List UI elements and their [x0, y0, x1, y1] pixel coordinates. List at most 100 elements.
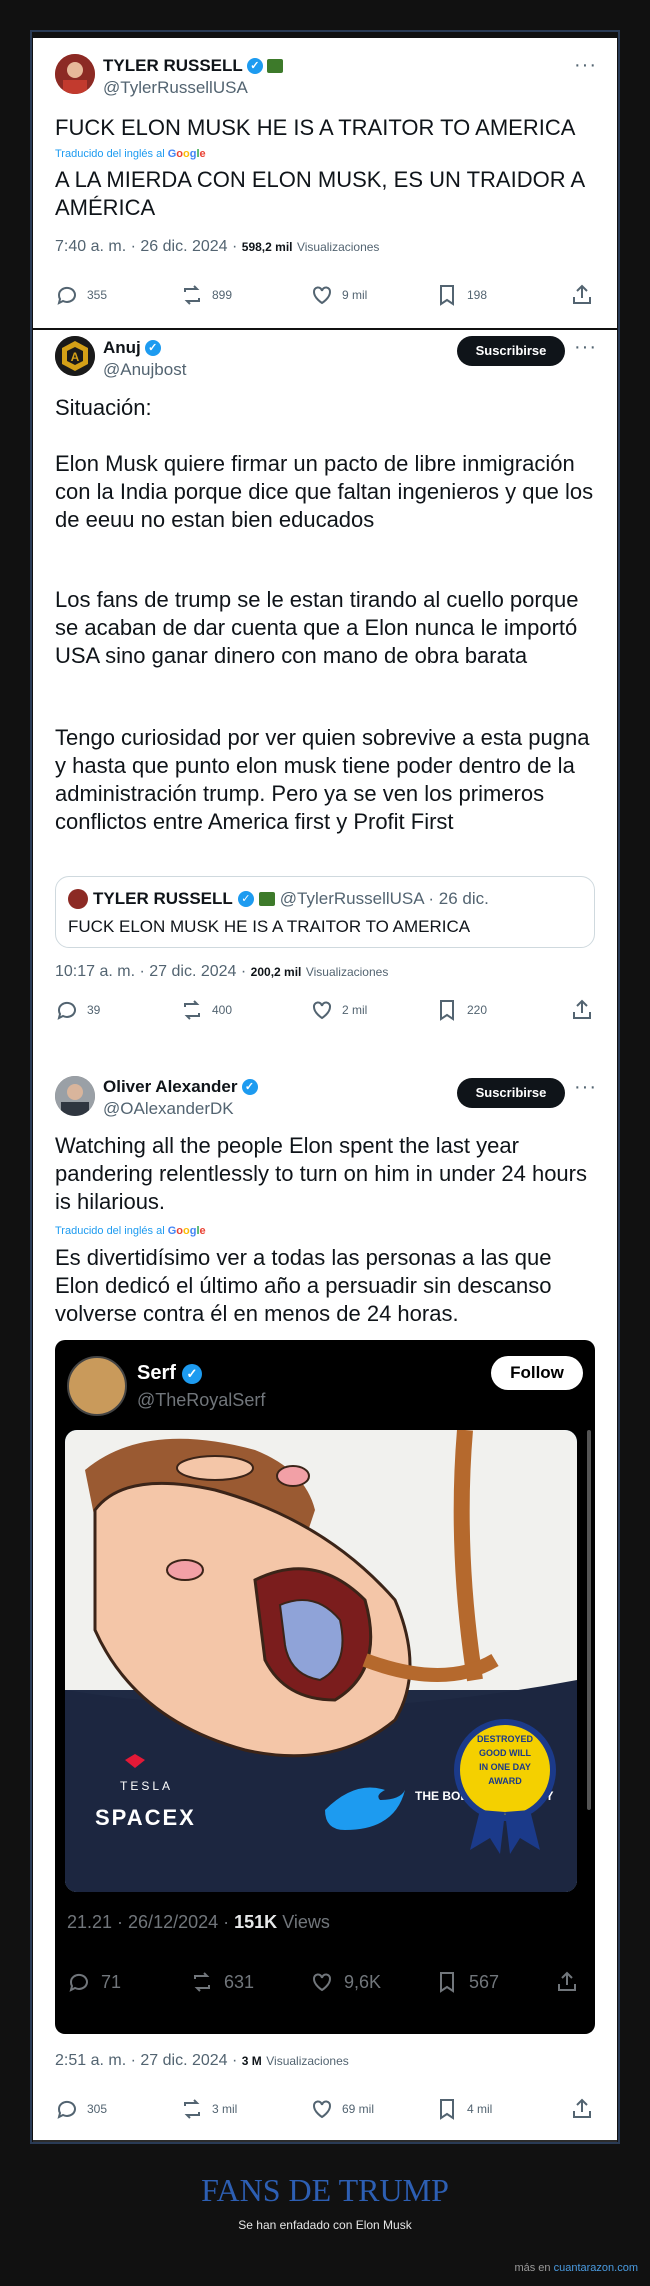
bookmark-icon	[440, 1972, 454, 1993]
reply-button[interactable]: 305	[55, 2097, 107, 2121]
tweet-time[interactable]: 10:17 a. m. · 27 dic. 2024 ·	[55, 963, 246, 980]
user-name[interactable]: TYLER RUSSELL ✓	[103, 56, 283, 76]
repost-button[interactable]: 3 mil	[180, 2097, 237, 2121]
views-label: Visualizaciones	[266, 2054, 349, 2068]
subscribe-button[interactable]: Suscribirse	[457, 336, 565, 366]
heart-icon	[313, 1973, 331, 1992]
user-name-text[interactable]: Anuj	[103, 338, 141, 358]
quoted-avatar	[68, 889, 88, 909]
tweet-time[interactable]: 2:51 a. m. · 27 dic. 2024 ·	[55, 2052, 237, 2069]
translated-label[interactable]: Traducido del inglés al Google	[55, 148, 206, 160]
user-handle[interactable]: @TylerRussellUSA	[103, 78, 248, 98]
like-button[interactable]: 69 mil	[310, 2097, 374, 2121]
embedded-meta: 21.21 · 26/12/2024 · 151K Views	[67, 1912, 330, 1933]
tweet-meta: 2:51 a. m. · 27 dic. 2024 · 3 M Visualiz…	[55, 2052, 349, 2070]
embedded-follow-button: Follow	[491, 1356, 583, 1390]
embedded-bookmark: 567	[435, 1970, 499, 1994]
reply-button[interactable]: 355	[55, 283, 107, 307]
user-name-text[interactable]: TYLER RUSSELL	[103, 56, 243, 76]
share-icon	[558, 1971, 576, 1991]
tweet-translation: A LA MIERDA CON ELON MUSK, ES UN TRAIDOR…	[55, 167, 584, 220]
embedded-tweet-image[interactable]: Serf ✓ @TheRoyalSerf Follow TESLA SPACEX…	[55, 1340, 595, 2034]
quoted-tweet-header: TYLER RUSSELL ✓ @TylerRussellUSA · 26 di…	[68, 889, 489, 909]
reply-count: 39	[87, 1003, 101, 1017]
google-logo: Google	[167, 1225, 206, 1237]
svg-text:A: A	[71, 350, 80, 364]
tweet-card-tyler[interactable]: TYLER RUSSELL ✓ @TylerRussellUSA ··· FUC…	[33, 38, 617, 328]
bookmark-button[interactable]: 198	[435, 283, 487, 307]
embedded-like-count: 9,6K	[344, 1971, 382, 1992]
tweet-text: Watching all the people Elon spent the l…	[55, 1133, 587, 1214]
share-icon	[573, 2098, 591, 2118]
share-button[interactable]	[570, 998, 594, 1022]
repost-count: 400	[212, 1003, 233, 1017]
embedded-bookmark-count: 567	[469, 1971, 500, 1992]
quoted-meta: @TylerRussellUSA · 26 dic.	[279, 889, 489, 908]
embedded-reply: 71	[67, 1970, 121, 1994]
tweet-meta: 10:17 a. m. · 27 dic. 2024 · 200,2 mil V…	[55, 963, 388, 981]
source-credit-prefix: más en	[514, 2262, 551, 2274]
avatar[interactable]: A	[55, 336, 95, 376]
quoted-user-name: TYLER RUSSELL	[93, 889, 233, 908]
embedded-share	[555, 1970, 579, 1994]
tweet-paragraph: Los fans de trump se le estan tirando al…	[55, 587, 579, 668]
verified-icon: ✓	[246, 58, 263, 74]
svg-text:DESTROYED: DESTROYED	[477, 1734, 534, 1744]
user-name-text[interactable]: Oliver Alexander	[103, 1077, 238, 1097]
share-button[interactable]	[570, 283, 594, 307]
share-button[interactable]	[570, 2097, 594, 2121]
user-name[interactable]: Anuj ✓	[103, 338, 161, 358]
tesla-logo-text: TESLA	[120, 1779, 173, 1793]
reply-count: 305	[87, 2102, 108, 2116]
tweet-card-anuj[interactable]: A Anuj ✓ @Anujbost Suscribirse ··· Situa…	[33, 330, 617, 1040]
more-options-icon[interactable]: ···	[574, 1076, 597, 1099]
tweet-text: FUCK ELON MUSK HE IS A TRAITOR TO AMERIC…	[55, 115, 576, 140]
source-site-link[interactable]: cuantarazon.com	[554, 2262, 638, 2274]
post-title: FANS DE TRUMP	[201, 2172, 449, 2208]
bookmark-button[interactable]: 4 mil	[435, 2097, 492, 2121]
verified-icon: ✓	[144, 340, 161, 356]
tweet-time[interactable]: 7:40 a. m. · 26 dic. 2024 ·	[55, 238, 237, 255]
google-logo: Google	[167, 148, 206, 160]
source-credit: más en cuantarazon.com	[514, 2262, 638, 2274]
avatar[interactable]	[55, 1076, 95, 1116]
more-options-icon[interactable]: ···	[574, 336, 597, 359]
repost-button[interactable]: 899	[180, 283, 232, 307]
avatar[interactable]	[55, 54, 95, 94]
bookmark-button[interactable]: 220	[435, 998, 487, 1022]
embedded-repost-count: 631	[224, 1971, 255, 1992]
like-count: 2 mil	[342, 1003, 368, 1017]
repost-count: 899	[212, 288, 233, 302]
user-name[interactable]: Oliver Alexander ✓	[103, 1077, 258, 1097]
heart-icon	[313, 286, 331, 305]
tweet-paragraph: Situación:	[55, 395, 152, 420]
translated-label[interactable]: Traducido del inglés al Google	[55, 1225, 206, 1237]
repost-button[interactable]: 400	[180, 998, 232, 1022]
embedded-scrollbar	[587, 1430, 591, 1810]
svg-text:IN ONE DAY: IN ONE DAY	[479, 1762, 531, 1772]
user-handle[interactable]: @OAlexanderDK	[103, 1099, 234, 1119]
heart-icon	[313, 2100, 331, 2119]
reply-icon	[57, 1001, 76, 1020]
repost-icon	[194, 1972, 210, 1992]
repost-count: 3 mil	[212, 2102, 238, 2116]
reply-button[interactable]: 39	[55, 998, 100, 1022]
translated-label-text: Traducido del inglés al	[55, 1225, 165, 1237]
tweet-meta: 7:40 a. m. · 26 dic. 2024 · 598,2 mil Vi…	[55, 238, 379, 256]
bookmark-count: 4 mil	[467, 2102, 493, 2116]
tweet-paragraph: Elon Musk quiere firmar un pacto de libr…	[55, 451, 594, 532]
repost-icon	[184, 1000, 200, 1020]
views-label: Visualizaciones	[296, 240, 380, 254]
like-button[interactable]: 2 mil	[310, 998, 367, 1022]
user-handle[interactable]: @Anujbost	[103, 360, 186, 380]
more-options-icon[interactable]: ···	[574, 54, 597, 77]
subscribe-button[interactable]: Suscribirse	[457, 1078, 565, 1108]
bookmark-icon	[440, 285, 454, 306]
share-icon	[573, 999, 591, 1019]
embedded-user-handle: @TheRoyalSerf	[137, 1390, 266, 1410]
repost-icon	[184, 2099, 200, 2119]
tweet-card-oliver[interactable]: Oliver Alexander ✓ @OAlexanderDK Suscrib…	[33, 1040, 617, 2142]
flag-icon	[258, 892, 275, 906]
quoted-tweet[interactable]: TYLER RUSSELL ✓ @TylerRussellUSA · 26 di…	[55, 876, 595, 948]
like-button[interactable]: 9 mil	[310, 283, 367, 307]
